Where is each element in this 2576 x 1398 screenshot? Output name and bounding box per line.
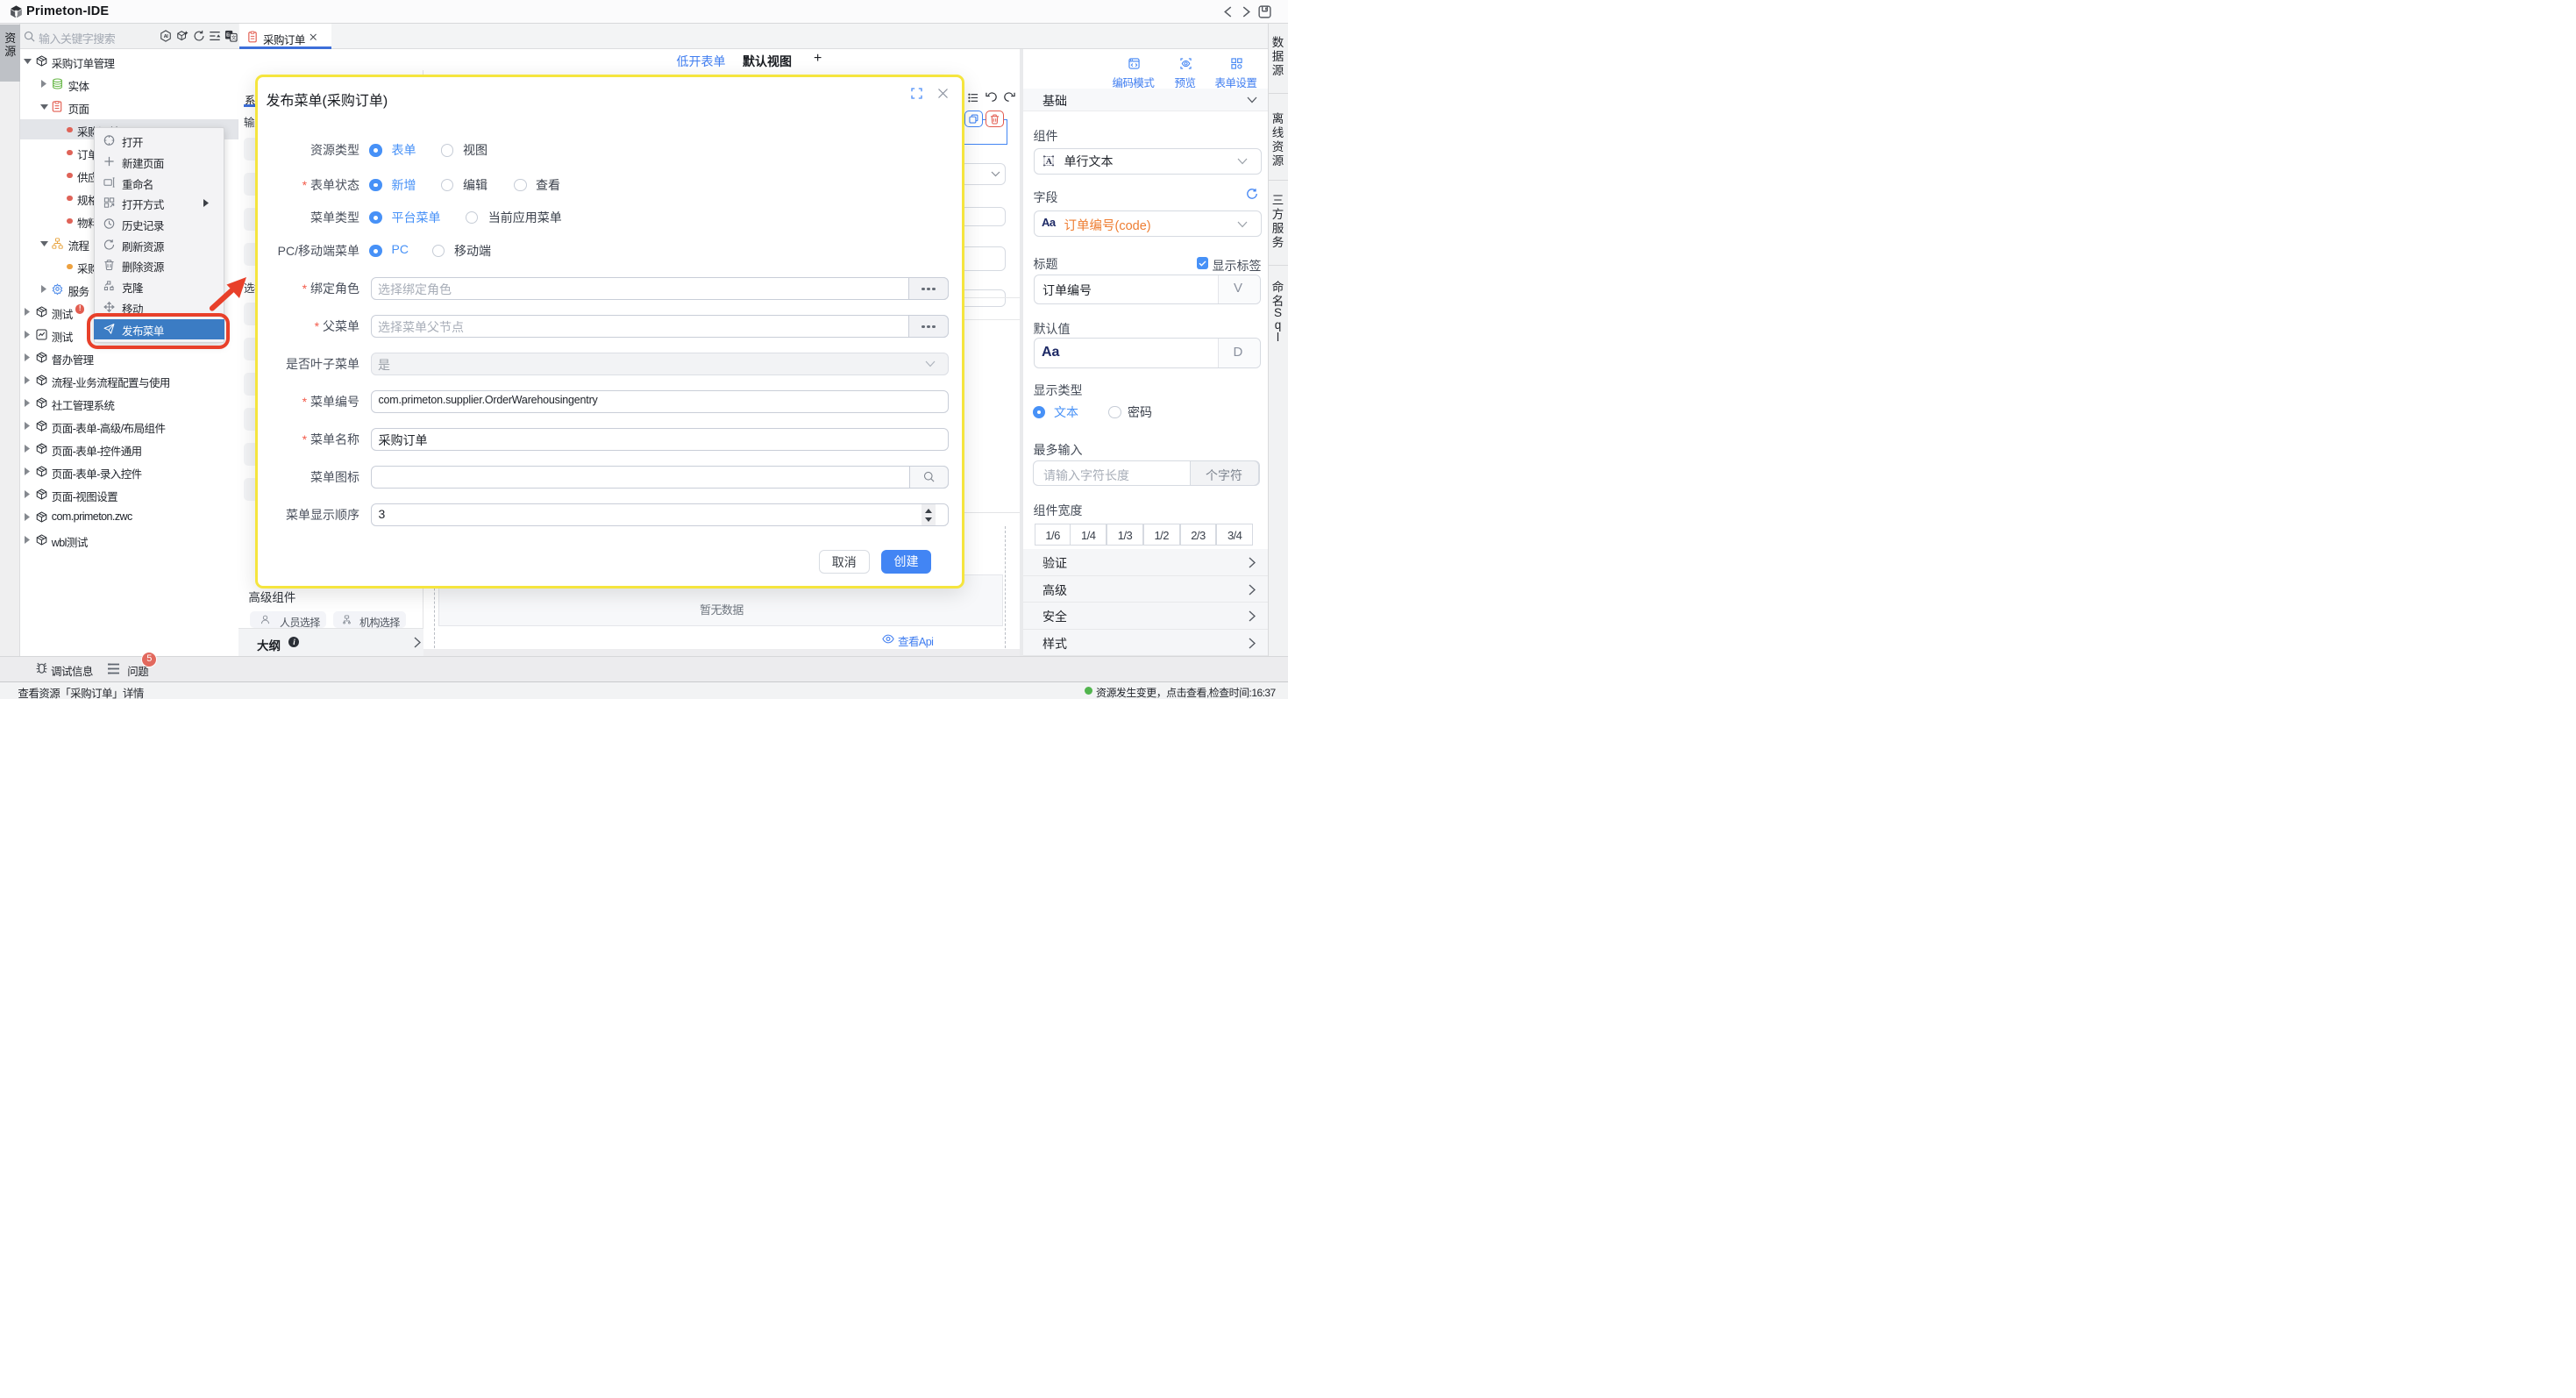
svg-text:A: A [1046,157,1052,167]
svg-text:文: 文 [231,34,236,41]
svg-text:AI: AI [164,34,169,39]
